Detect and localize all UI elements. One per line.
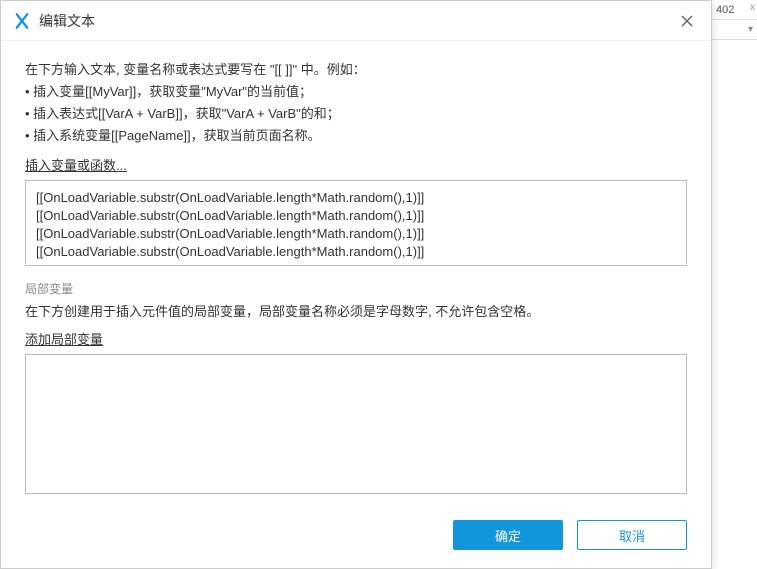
ok-button[interactable]: 确定: [453, 520, 563, 550]
close-button[interactable]: [675, 9, 699, 33]
expression-textarea[interactable]: [[OnLoadVariable.substr(OnLoadVariable.l…: [25, 180, 687, 266]
dialog-titlebar: 编辑文本: [1, 1, 711, 41]
right-toolbar: ▾: [712, 20, 757, 40]
chevron-down-icon[interactable]: ▾: [748, 24, 753, 35]
instruction-line-3: • 插入系统变量[[PageName]]，获取当前页面名称。: [25, 125, 687, 147]
dialog-content: 在下方输入文本, 变量名称或表达式要写在 "[[ ]]" 中。例如： • 插入变…: [1, 41, 711, 508]
close-icon: [681, 15, 693, 27]
local-variables-list[interactable]: [25, 354, 687, 494]
instruction-line-1: • 插入变量[[MyVar]]，获取变量"MyVar"的当前值；: [25, 81, 687, 103]
instruction-line-2: • 插入表达式[[VarA + VarB]]，获取"VarA + VarB"的和…: [25, 103, 687, 125]
expression-line: [[OnLoadVariable.substr(OnLoadVariable.l…: [36, 207, 676, 225]
insert-variable-link[interactable]: 插入变量或函数...: [25, 155, 687, 174]
local-variables-description: 在下方创建用于插入元件值的局部变量，局部变量名称必须是字母数字, 不允许包含空格…: [25, 301, 687, 323]
add-local-variable-link[interactable]: 添加局部变量: [25, 329, 687, 348]
expression-line: [[OnLoadVariable.substr(OnLoadVariable.l…: [36, 243, 676, 261]
cancel-button[interactable]: 取消: [577, 520, 687, 550]
ruler-segment: 402 x: [712, 0, 757, 20]
expression-line: [[OnLoadVariable.substr(OnLoadVariable.l…: [36, 189, 676, 207]
edit-text-dialog: 编辑文本 在下方输入文本, 变量名称或表达式要写在 "[[ ]]" 中。例如： …: [0, 0, 712, 569]
app-logo-icon: [13, 12, 31, 30]
ruler-axis-label: x: [750, 2, 755, 13]
local-variables-label: 局部变量: [25, 280, 687, 297]
expression-line: [[OnLoadVariable.substr(OnLoadVariable.l…: [36, 225, 676, 243]
instruction-intro: 在下方输入文本, 变量名称或表达式要写在 "[[ ]]" 中。例如：: [25, 59, 687, 81]
ruler-value: 402: [716, 4, 734, 16]
dialog-title: 编辑文本: [39, 11, 675, 31]
dialog-footer: 确定 取消: [1, 508, 711, 568]
